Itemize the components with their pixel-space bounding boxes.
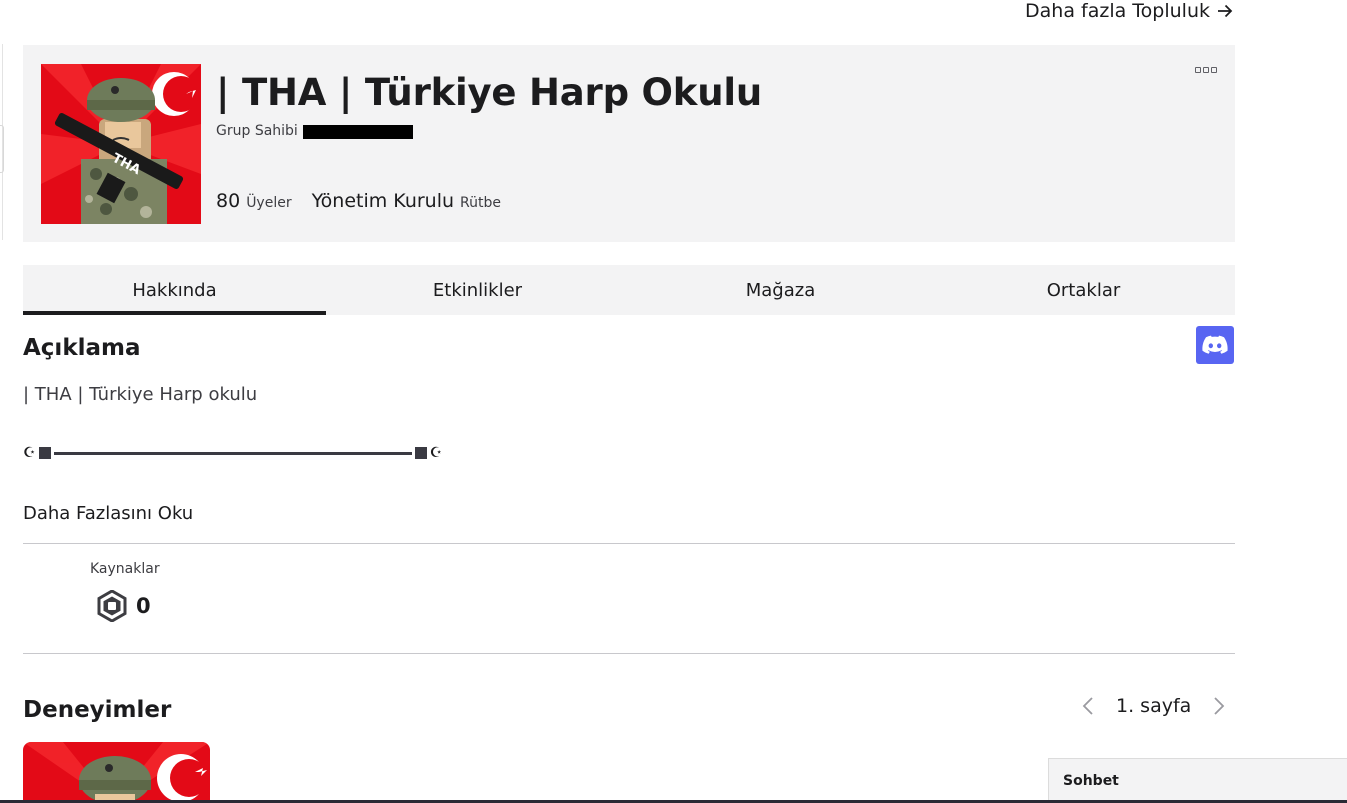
chevron-left-icon[interactable]: [1078, 694, 1098, 718]
crescent-star-icon: ☪: [23, 445, 36, 461]
group-emblem[interactable]: THA: [41, 64, 201, 224]
page-indicator: 1. sayfa: [1116, 695, 1192, 717]
read-more-link[interactable]: Daha Fazlasını Oku: [23, 503, 193, 524]
dash-line: [53, 451, 412, 455]
more-communities-link[interactable]: Daha fazla Topluluk: [1025, 0, 1234, 22]
experiences-title: Deneyimler: [23, 697, 172, 723]
resources-value: 0: [136, 594, 151, 618]
robux-icon: [97, 590, 127, 622]
discord-link-button[interactable]: [1196, 326, 1234, 364]
square-glyph: [414, 447, 427, 459]
experiences-pager: 1. sayfa: [1078, 694, 1229, 718]
rank-label: Rütbe: [460, 195, 502, 211]
resources-label: Kaynaklar: [90, 561, 160, 577]
group-owner: Grup Sahibi: [216, 123, 413, 139]
page-title: | THA | Türkiye Harp Okulu: [216, 71, 762, 114]
tab-store[interactable]: Mağaza: [629, 265, 932, 315]
section-divider: [23, 543, 1235, 544]
chevron-right-icon[interactable]: [1209, 694, 1229, 718]
owner-label: Grup Sahibi: [216, 123, 298, 139]
rank-value: Yönetim Kurulu: [311, 190, 455, 212]
arrow-right-icon: [1218, 4, 1233, 18]
section-divider: [23, 653, 1235, 654]
members-label: Üyeler: [246, 195, 292, 211]
tab-about[interactable]: Hakkında: [23, 265, 326, 315]
group-stats: 80 Üyeler Yönetim Kurulu Rütbe: [216, 190, 515, 212]
chat-label: Sohbet: [1063, 773, 1119, 789]
chat-panel[interactable]: Sohbet: [1048, 758, 1347, 803]
experience-card-thumbnail[interactable]: [23, 742, 210, 803]
group-header: THA | THA | Türkiye Harp Okulu Grup Sahi…: [23, 45, 1235, 242]
tab-events[interactable]: Etkinlikler: [326, 265, 629, 315]
description-decoration: ☪ ☪: [23, 445, 442, 461]
more-options-icon[interactable]: [1195, 67, 1219, 75]
more-communities-label: Daha fazla Topluluk: [1025, 0, 1210, 22]
sidebar-handle[interactable]: [0, 125, 4, 173]
square-glyph: [38, 447, 51, 459]
description-text: | THA | Türkiye Harp okulu: [23, 384, 258, 405]
members-count: 80: [216, 190, 241, 212]
group-tabs: Hakkında Etkinlikler Mağaza Ortaklar: [23, 265, 1235, 315]
description-title: Açıklama: [23, 335, 141, 361]
discord-icon: [1202, 335, 1228, 354]
crescent-star-icon: ☪: [429, 445, 443, 461]
resources-value-row: 0: [96, 590, 151, 622]
tab-affiliates[interactable]: Ortaklar: [932, 265, 1235, 315]
owner-name-redacted[interactable]: [302, 125, 413, 139]
